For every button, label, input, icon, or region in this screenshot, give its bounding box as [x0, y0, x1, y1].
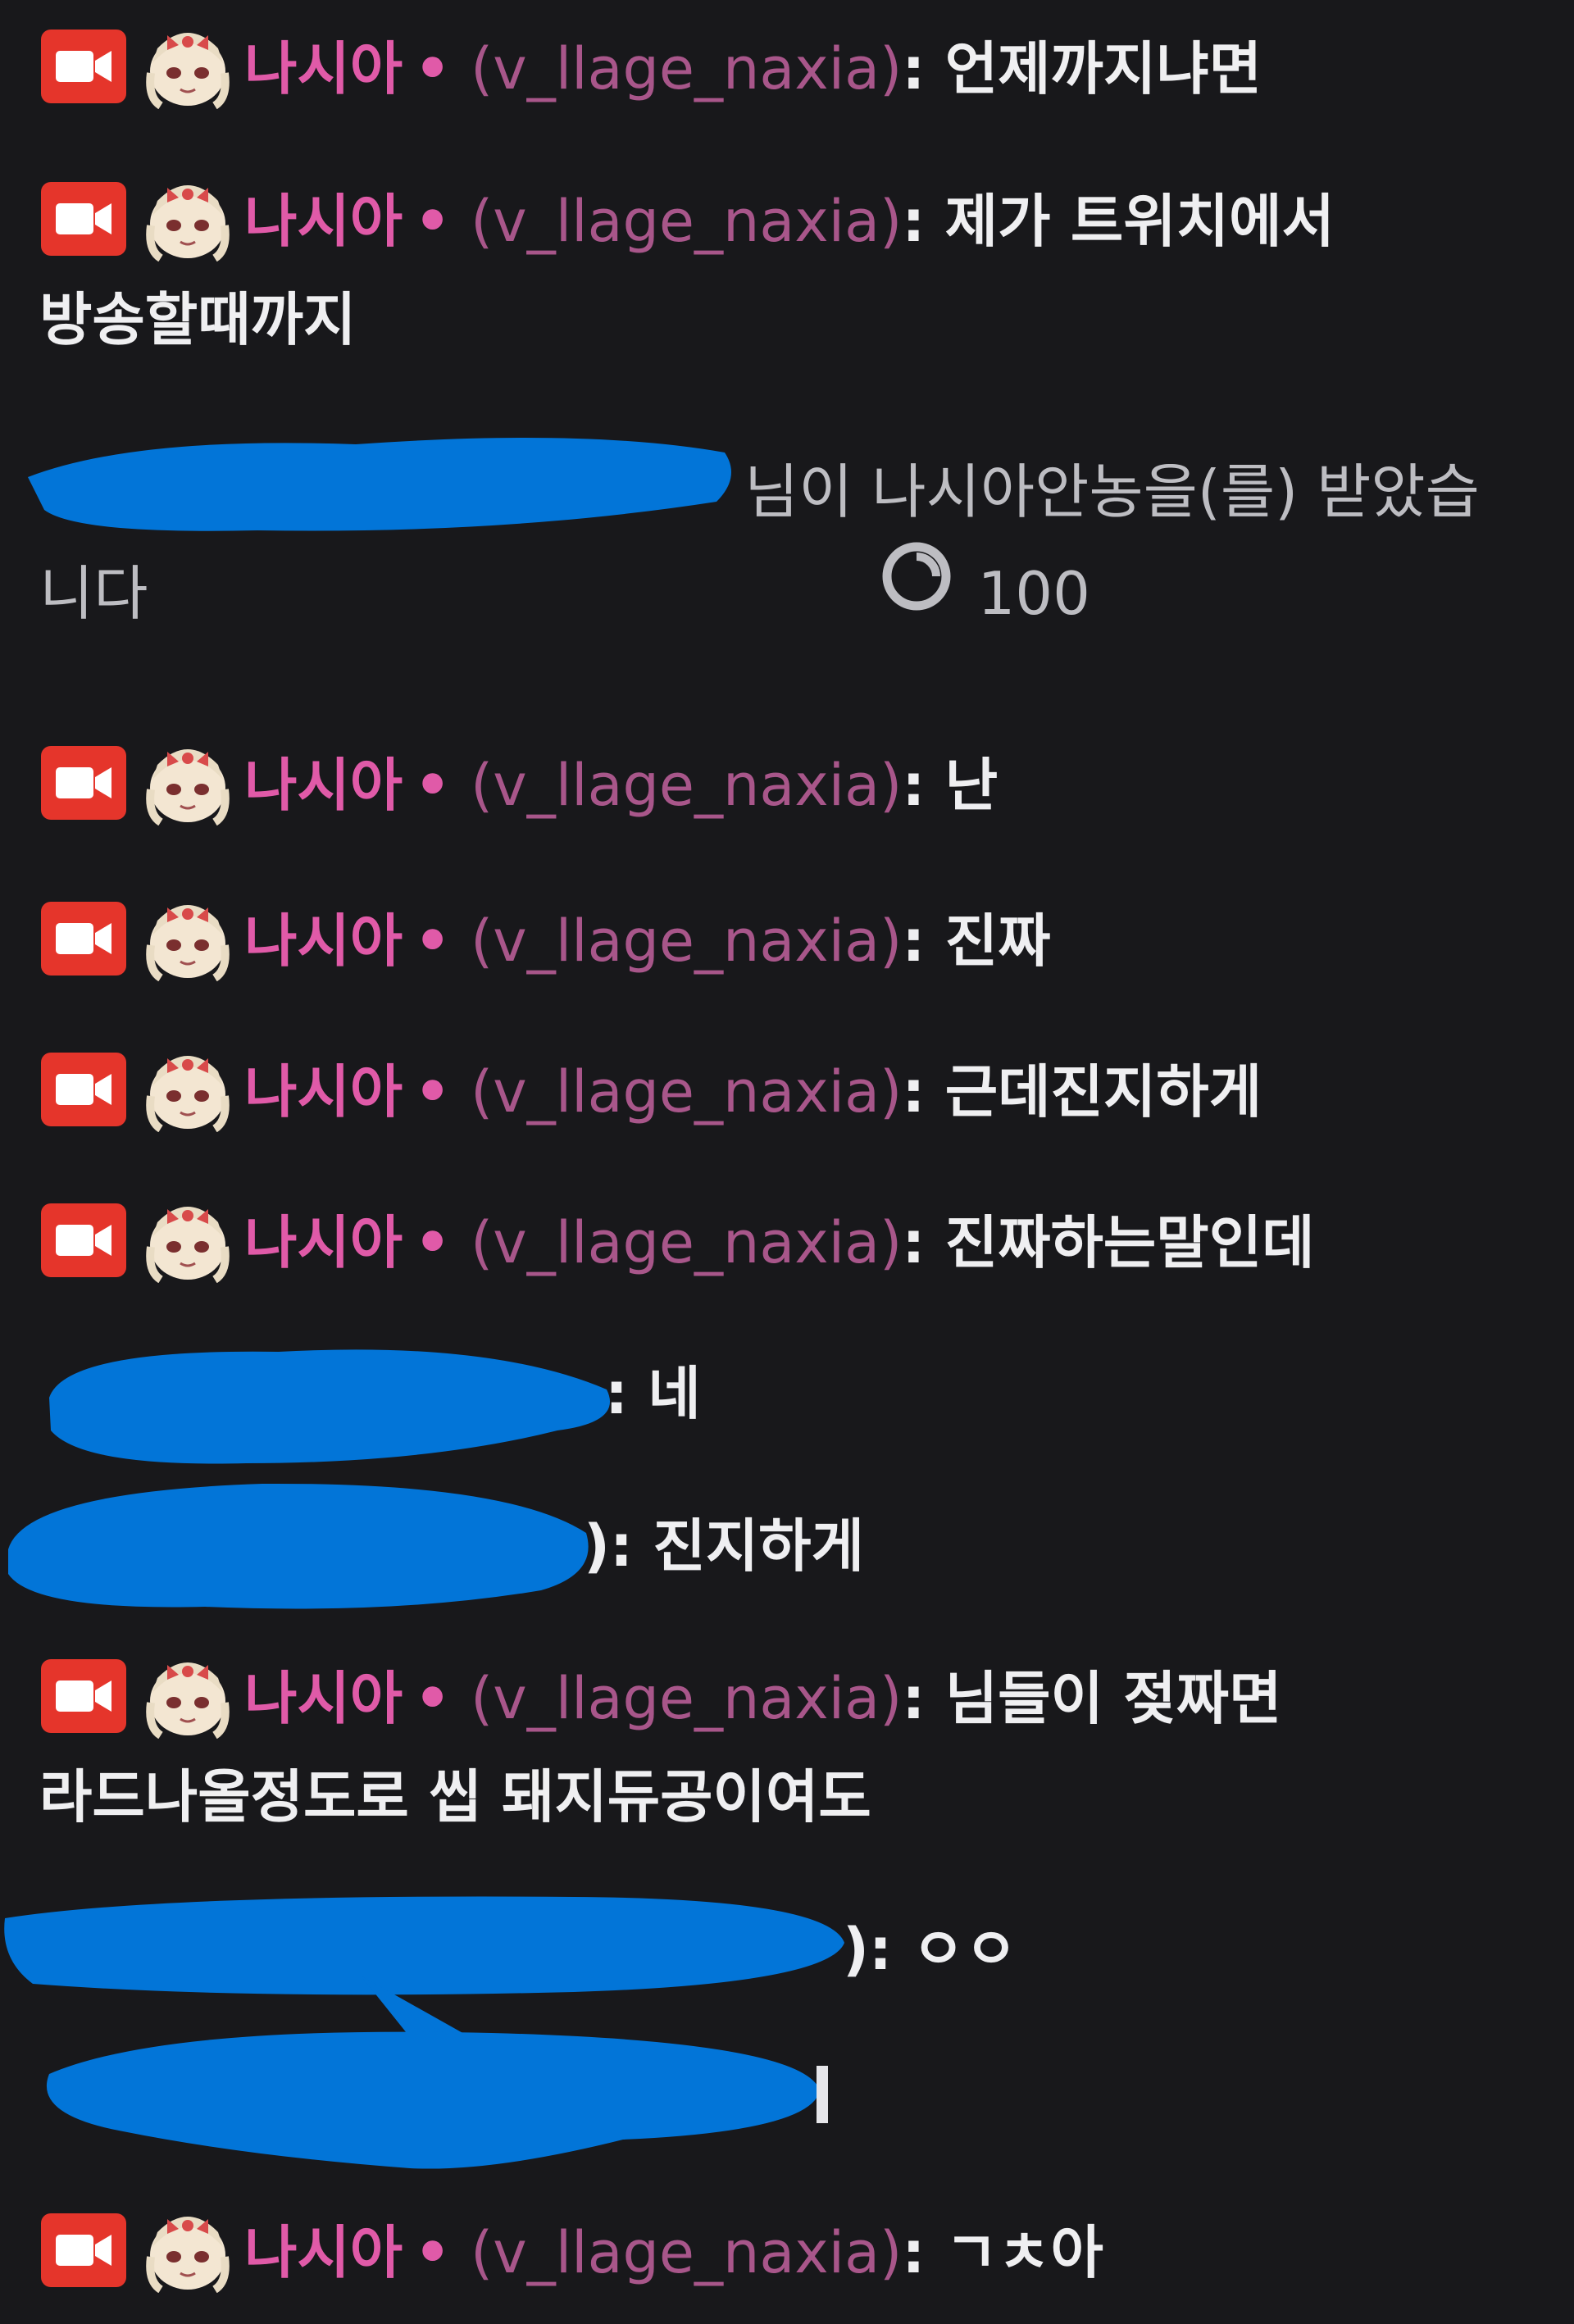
chat-message: 나시아 • (v_llage_naxia): 난 [39, 736, 1490, 835]
message-text: ㅇㅇ [912, 1916, 1018, 1983]
anime-girl-avatar-icon[interactable] [143, 740, 233, 826]
chat-log: 나시아 • (v_llage_naxia): 언제까지냐면 나시아 • (v_llage… [0, 0, 1574, 2324]
anime-girl-avatar-icon[interactable] [143, 1047, 233, 1133]
redaction-scribble [0, 1476, 598, 1618]
author-name[interactable]: 나시아 [244, 1665, 403, 1732]
message-text: 진짜하는말인데 [944, 1209, 1315, 1276]
separator-dot: • [414, 188, 451, 255]
chat-message: 나시아 • (v_llage_naxia): 진짜하는말인데 [39, 1194, 1490, 1292]
separator-dot: • [414, 907, 451, 975]
author-login[interactable]: (v_llage_naxia) [471, 1209, 902, 1276]
author-name[interactable]: 나시아 [244, 1209, 403, 1276]
author-login[interactable]: (v_llage_naxia) [471, 907, 902, 975]
anime-girl-avatar-icon[interactable] [143, 896, 233, 982]
author-name[interactable]: 나시아 [244, 35, 403, 102]
message-text: 근데진지하게 [944, 1058, 1262, 1126]
channel-points-icon [172, 537, 956, 646]
author-name[interactable]: 나시아 [244, 2219, 403, 2286]
separator-dot: • [414, 752, 451, 819]
broadcaster-badge-icon[interactable] [39, 744, 128, 821]
separator-dot: • [414, 2219, 451, 2286]
author-name[interactable]: 나시아 [244, 752, 403, 819]
redaction-scribble [0, 1885, 853, 2184]
chat-message: 나시아 • (v_llage_naxia): 제가 트위치에서 방송할때까지 [39, 172, 1490, 369]
redaction-scribble [11, 420, 741, 546]
redaction-scribble [33, 1332, 623, 1475]
chat-message: 나시아 • (v_llage_naxia): 진짜 [39, 892, 1490, 990]
colon: : [902, 1058, 926, 1126]
broadcaster-badge-icon[interactable] [39, 1658, 128, 1735]
anime-girl-avatar-icon[interactable] [143, 2208, 233, 2294]
message-text: 언제까지냐면 [944, 35, 1262, 102]
message-text: 진짜 [944, 907, 1051, 975]
separator-dot: • [414, 1209, 451, 1276]
author-login[interactable]: (v_llage_naxia) [471, 1058, 902, 1126]
anime-girl-avatar-icon[interactable] [143, 24, 233, 110]
author-login[interactable]: (v_llage_naxia) [471, 2219, 902, 2286]
separator-dot: • [414, 35, 451, 102]
separator-dot: • [414, 1665, 451, 1732]
chat-message: 나시아 • (v_llage_naxia): 근데진지하게 [39, 1043, 1490, 1141]
anime-girl-avatar-icon[interactable] [143, 1198, 233, 1284]
anime-girl-avatar-icon[interactable] [143, 1653, 233, 1740]
broadcaster-badge-icon[interactable] [39, 28, 128, 105]
broadcaster-badge-icon[interactable] [39, 900, 128, 977]
colon: : [902, 1209, 926, 1276]
broadcaster-badge-icon[interactable] [39, 1051, 128, 1128]
colon: : [902, 35, 926, 102]
author-name[interactable]: 나시아 [244, 907, 403, 975]
author-name[interactable]: 나시아 [244, 1058, 403, 1126]
colon: : [902, 1665, 926, 1732]
broadcaster-badge-icon[interactable] [39, 180, 128, 257]
chat-message: 나시아 • (v_llage_naxia): 님들이 젖짜면 라드나올정도로 씹 돼… [39, 1649, 1490, 1846]
author-name[interactable]: 나시아 [244, 188, 403, 255]
separator-dot: • [414, 1058, 451, 1126]
message-text: 진지하게 [653, 1512, 864, 1580]
colon: : [902, 188, 926, 255]
message-text: ㄱㅊ아 [944, 2219, 1103, 2286]
broadcaster-badge-icon[interactable] [39, 1202, 128, 1279]
message-text: 네 [648, 1360, 701, 1427]
message-text: 난 [944, 752, 999, 819]
chat-message: 나시아 • (v_llage_naxia): ㄱㅊ아 [39, 2203, 1490, 2302]
author-login[interactable]: (v_llage_naxia) [471, 752, 902, 819]
anime-girl-avatar-icon[interactable] [143, 176, 233, 262]
colon: : [902, 752, 926, 819]
author-login[interactable]: (v_llage_naxia) [471, 35, 902, 102]
colon: : [902, 907, 926, 975]
author-login[interactable]: (v_llage_naxia) [471, 188, 902, 255]
broadcaster-badge-icon[interactable] [39, 2212, 128, 2289]
author-login[interactable]: (v_llage_naxia) [471, 1665, 902, 1732]
points-value: 100 [977, 559, 1090, 628]
colon: : [902, 2219, 926, 2286]
chat-message: 나시아 • (v_llage_naxia): 언제까지냐면 [39, 20, 1490, 118]
